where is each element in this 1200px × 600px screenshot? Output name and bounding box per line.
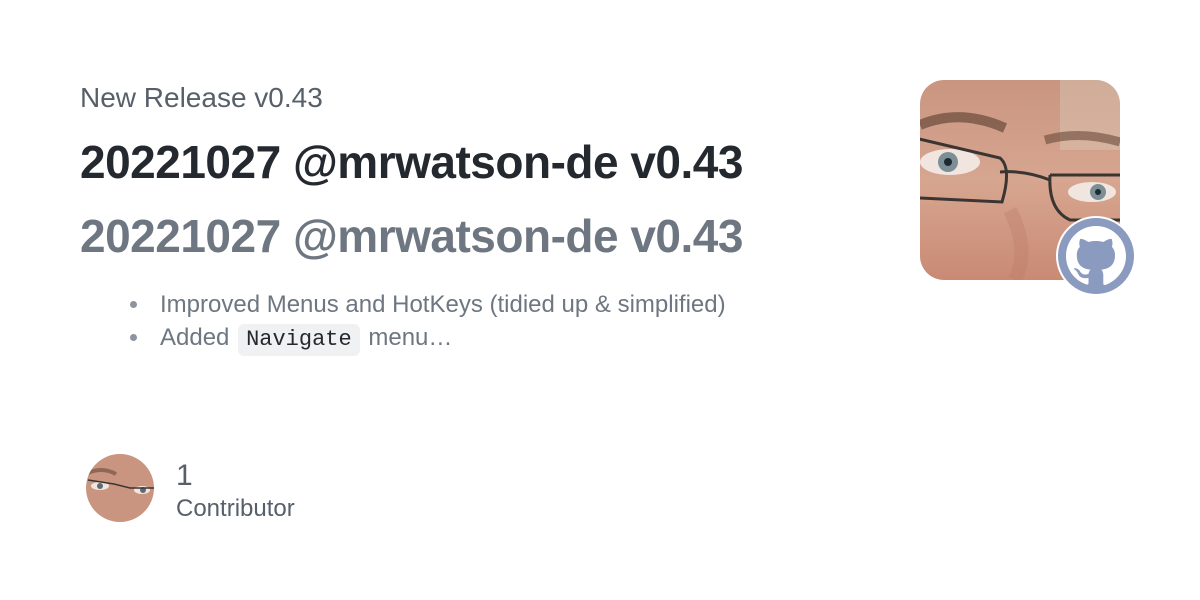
github-icon	[1058, 218, 1134, 294]
release-note-text: Added	[160, 324, 237, 351]
contributor-count: 1	[176, 459, 193, 492]
bullet-icon	[130, 301, 137, 308]
contributor-label: Contributor	[176, 495, 295, 522]
release-note-item: Added Navigate menu…	[130, 321, 726, 356]
release-note-text: Improved Menus and HotKeys (tidied up & …	[160, 291, 726, 318]
contributor-avatar[interactable]	[86, 454, 154, 522]
github-badge	[1056, 216, 1136, 296]
release-card: New Release v0.43 20221027 @mrwatson-de …	[0, 0, 1200, 600]
release-title[interactable]: 20221027 @mrwatson-de v0.43	[80, 134, 743, 190]
bullet-icon	[130, 334, 137, 341]
release-note-item: Improved Menus and HotKeys (tidied up & …	[130, 288, 726, 321]
release-eyebrow: New Release v0.43	[80, 82, 323, 113]
inline-code: Navigate	[238, 324, 360, 356]
release-note-text: menu…	[361, 324, 453, 351]
avatar	[86, 454, 154, 522]
release-subtitle: 20221027 @mrwatson-de v0.43	[80, 210, 743, 262]
release-notes: Improved Menus and HotKeys (tidied up & …	[130, 288, 726, 356]
